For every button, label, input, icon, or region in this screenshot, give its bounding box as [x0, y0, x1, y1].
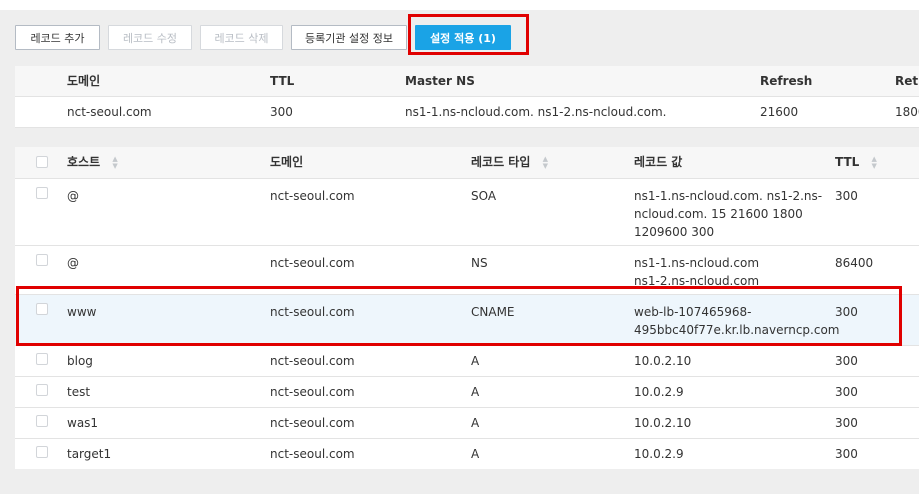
record-type: CNAME	[471, 305, 515, 319]
record-ttl: 300	[835, 416, 858, 430]
record-ttl: 300	[835, 385, 858, 399]
record-value: web-lb-107465968- 495bbc40f77e.kr.lb.nav…	[634, 305, 840, 337]
zone-domain: nct-seoul.com	[67, 105, 152, 119]
header-ttl[interactable]: TTL ▲ ▼	[835, 147, 877, 178]
record-row-selected[interactable]: www nct-seoul.com CNAME web-lb-107465968…	[15, 295, 919, 346]
header-record-type[interactable]: 레코드 타입 ▲ ▼	[471, 147, 548, 178]
record-type: A	[471, 385, 480, 399]
zone-info-table: 도메인 TTL Master NS Refresh Retry nct-seou…	[15, 66, 919, 128]
zone-header-master-ns: Master NS	[405, 74, 475, 88]
header-host[interactable]: 호스트 ▲ ▼	[67, 147, 118, 178]
row-checkbox[interactable]	[36, 303, 48, 315]
record-ttl: 86400	[835, 256, 874, 270]
header-record-value: 레코드 값	[634, 155, 683, 169]
record-domain: nct-seoul.com	[270, 256, 355, 270]
row-checkbox[interactable]	[36, 446, 48, 458]
record-ttl: 300	[835, 305, 858, 319]
record-type: NS	[471, 256, 488, 270]
zone-retry: 1800	[895, 105, 919, 119]
record-row[interactable]: was1 nct-seoul.com A 10.0.2.10 300	[15, 408, 919, 439]
sort-icon[interactable]: ▲ ▼	[543, 155, 548, 170]
zone-table-header: 도메인 TTL Master NS Refresh Retry	[15, 66, 919, 97]
record-row[interactable]: target1 nct-seoul.com A 10.0.2.9 300	[15, 439, 919, 469]
records-table-header: 호스트 ▲ ▼ 도메인 레코드 타입 ▲ ▼ 레코드 값 TTL ▲ ▼	[15, 147, 919, 179]
record-domain: nct-seoul.com	[270, 385, 355, 399]
delete-record-button[interactable]: 레코드 삭제	[200, 25, 283, 50]
record-type: A	[471, 416, 480, 430]
row-checkbox[interactable]	[36, 254, 48, 266]
record-ttl: 300	[835, 447, 858, 461]
zone-row: nct-seoul.com 300 ns1-1.ns-ncloud.com. n…	[15, 97, 919, 128]
record-host: was1	[67, 416, 99, 430]
record-value: 10.0.2.9	[634, 447, 684, 461]
record-host: blog	[67, 354, 93, 368]
zone-header-ttl: TTL	[270, 74, 295, 88]
header-domain: 도메인	[270, 155, 304, 169]
record-domain: nct-seoul.com	[270, 189, 355, 203]
row-checkbox[interactable]	[36, 187, 48, 199]
sort-icon[interactable]: ▲ ▼	[112, 155, 117, 170]
apply-settings-button[interactable]: 설정 적용 (1)	[415, 25, 511, 50]
record-type: A	[471, 447, 480, 461]
zone-ttl: 300	[270, 105, 293, 119]
record-host: test	[67, 385, 91, 399]
record-row[interactable]: @ nct-seoul.com SOA ns1-1.ns-ncloud.com.…	[15, 179, 919, 246]
record-domain: nct-seoul.com	[270, 354, 355, 368]
record-ttl: 300	[835, 189, 858, 203]
record-host: www	[67, 305, 97, 319]
record-host: @	[67, 256, 79, 270]
record-host: target1	[67, 447, 112, 461]
record-value: 10.0.2.10	[634, 354, 692, 368]
record-row[interactable]: blog nct-seoul.com A 10.0.2.10 300	[15, 346, 919, 377]
record-type: A	[471, 354, 480, 368]
row-checkbox[interactable]	[36, 384, 48, 396]
zone-master-ns: ns1-1.ns-ncloud.com. ns1-2.ns-ncloud.com…	[405, 105, 667, 119]
record-ttl: 300	[835, 354, 858, 368]
row-checkbox[interactable]	[36, 353, 48, 365]
select-all-checkbox[interactable]	[36, 156, 48, 168]
row-checkbox[interactable]	[36, 415, 48, 427]
zone-header-retry: Retry	[895, 74, 919, 88]
record-domain: nct-seoul.com	[270, 416, 355, 430]
add-record-button[interactable]: 레코드 추가	[15, 25, 100, 50]
record-value: 10.0.2.9	[634, 385, 684, 399]
record-host: @	[67, 189, 79, 203]
edit-record-button[interactable]: 레코드 수정	[108, 25, 192, 50]
record-row[interactable]: test nct-seoul.com A 10.0.2.9 300	[15, 377, 919, 408]
zone-header-domain: 도메인	[67, 74, 101, 88]
record-row[interactable]: @ nct-seoul.com NS ns1-1.ns-ncloud.com n…	[15, 246, 919, 295]
record-value: ns1-1.ns-ncloud.com. ns1-2.ns- ncloud.co…	[634, 189, 823, 239]
record-toolbar: 레코드 추가 레코드 수정 레코드 삭제 등록기관 설정 정보 설정 적용 (1…	[15, 25, 519, 51]
zone-header-refresh: Refresh	[760, 74, 813, 88]
record-value: 10.0.2.10	[634, 416, 692, 430]
record-value: ns1-1.ns-ncloud.com ns1-2.ns-ncloud.com	[634, 256, 760, 288]
zone-refresh: 21600	[760, 105, 799, 119]
record-domain: nct-seoul.com	[270, 447, 355, 461]
record-domain: nct-seoul.com	[270, 305, 355, 319]
top-strip	[0, 0, 919, 10]
record-type: SOA	[471, 189, 497, 203]
records-table: 호스트 ▲ ▼ 도메인 레코드 타입 ▲ ▼ 레코드 값 TTL ▲ ▼ @ nct-…	[15, 147, 919, 469]
registrar-info-button[interactable]: 등록기관 설정 정보	[291, 25, 407, 50]
sort-icon[interactable]: ▲ ▼	[871, 155, 876, 170]
